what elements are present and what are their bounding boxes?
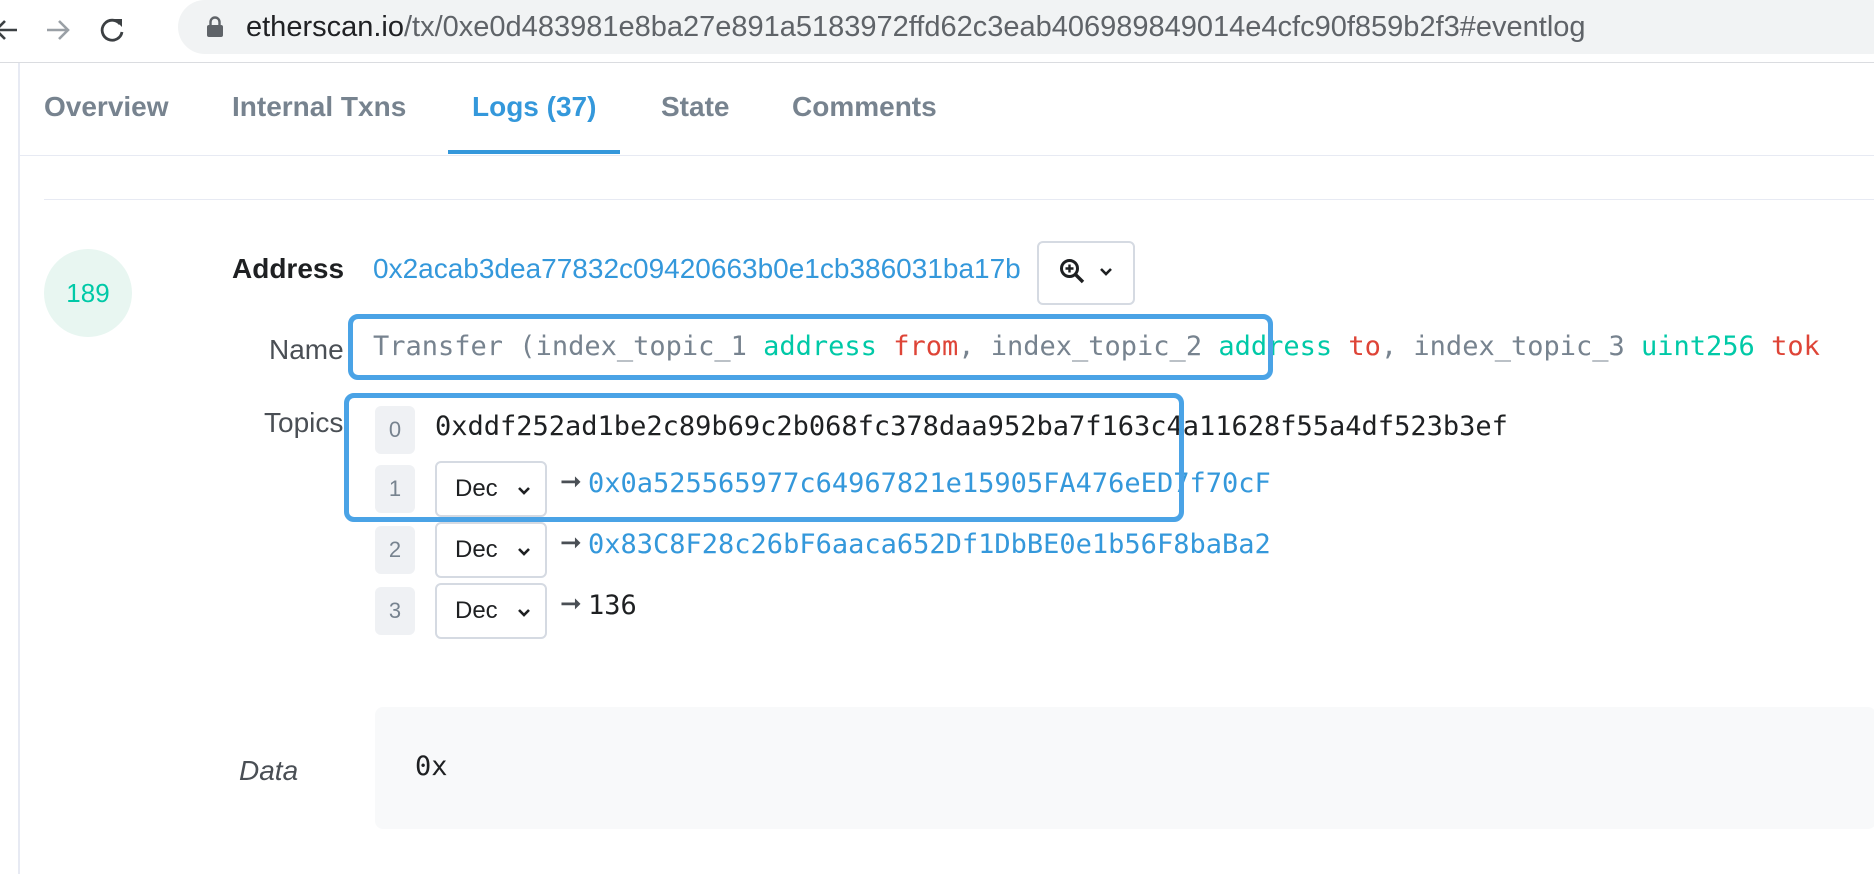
topic-index: 3 xyxy=(375,587,415,635)
url-text: etherscan.io/tx/0xe0d483981e8ba27e891a51… xyxy=(246,11,1586,44)
tab-internal-txns[interactable]: Internal Txns xyxy=(232,91,406,123)
back-icon[interactable] xyxy=(0,10,26,50)
signature-sep-1: , xyxy=(958,331,991,362)
chevron-down-icon xyxy=(517,536,531,564)
topic-3-format-select[interactable]: Dec xyxy=(435,583,547,639)
tab-state[interactable]: State xyxy=(661,91,729,123)
param-2-name: index_topic_2 xyxy=(990,331,1219,362)
topic-3-value: 136 xyxy=(588,590,637,621)
url-host: etherscan.io xyxy=(246,11,404,43)
format-label: Dec xyxy=(455,475,498,502)
chevron-down-icon xyxy=(1099,264,1113,282)
param-3-type: uint256 xyxy=(1641,331,1755,362)
zoom-dropdown-button[interactable] xyxy=(1037,241,1135,305)
chevron-down-icon xyxy=(517,597,531,625)
divider xyxy=(44,199,1874,200)
topic-index: 1 xyxy=(375,465,415,513)
data-field: 0x xyxy=(375,707,1874,829)
zoom-in-icon xyxy=(1059,258,1085,289)
topic-1-format-select[interactable]: Dec xyxy=(435,461,547,517)
data-value: 0x xyxy=(415,751,448,782)
topic-2-format-select[interactable]: Dec xyxy=(435,522,547,578)
param-2-type: address xyxy=(1218,331,1333,362)
address-label: Address xyxy=(232,253,345,284)
topic-index: 0 xyxy=(375,406,415,454)
format-label: Dec xyxy=(455,597,498,624)
browser-toolbar: etherscan.io/tx/0xe0d483981e8ba27e891a51… xyxy=(0,0,1874,63)
param-1-name: index_topic_1 xyxy=(535,331,764,362)
event-signature: Transfer (index_topic_1 address from, in… xyxy=(373,331,1820,362)
tab-comments[interactable]: Comments xyxy=(792,91,937,123)
address-bar[interactable]: etherscan.io/tx/0xe0d483981e8ba27e891a51… xyxy=(178,0,1874,54)
signature-sep-2: , xyxy=(1380,331,1414,362)
arrow-right-icon: ➞ xyxy=(560,466,582,496)
topic-2-address-link[interactable]: 0x83C8F28c26bF6aaca652Df1DbBE0e1b56F8baB… xyxy=(588,529,1271,560)
tab-logs[interactable]: Logs (37) xyxy=(472,91,596,123)
topics-label: Topics xyxy=(264,407,344,438)
param-2-var: to xyxy=(1348,331,1381,362)
param-3-var: tok xyxy=(1771,331,1820,362)
active-tab-indicator xyxy=(448,150,620,154)
format-label: Dec xyxy=(455,536,498,563)
chevron-down-icon xyxy=(517,475,531,503)
data-label: Data xyxy=(239,755,299,786)
topic-1-address-link[interactable]: 0x0a525565977c64967821e15905FA476eED7f70… xyxy=(588,468,1271,499)
arrow-right-icon: ➞ xyxy=(560,588,582,618)
tab-overview[interactable]: Overview xyxy=(44,91,169,123)
topic-0-value: 0xddf252ad1be2c89b69c2b068fc378daa952ba7… xyxy=(435,411,1508,442)
forward-icon[interactable] xyxy=(38,10,78,50)
name-label: Name xyxy=(269,334,344,365)
signature-fn: Transfer ( xyxy=(373,331,536,362)
arrow-right-icon: ➞ xyxy=(560,527,582,557)
param-1-type: address xyxy=(763,331,877,362)
tab-bar: Overview Internal Txns Logs (37) State C… xyxy=(20,63,1874,156)
reload-icon[interactable] xyxy=(92,10,132,50)
contract-address-link[interactable]: 0x2acab3dea77832c09420663b0e1cb386031ba1… xyxy=(373,253,1021,285)
topic-index: 2 xyxy=(375,526,415,574)
param-1-var: from xyxy=(893,331,959,362)
page-content: Overview Internal Txns Logs (37) State C… xyxy=(18,63,1874,874)
param-3-name: index_topic_3 xyxy=(1413,331,1641,362)
lock-icon xyxy=(206,16,224,43)
log-index-badge: 189 xyxy=(44,249,132,337)
url-path: /tx/0xe0d483981e8ba27e891a5183972ffd62c3… xyxy=(404,11,1586,43)
